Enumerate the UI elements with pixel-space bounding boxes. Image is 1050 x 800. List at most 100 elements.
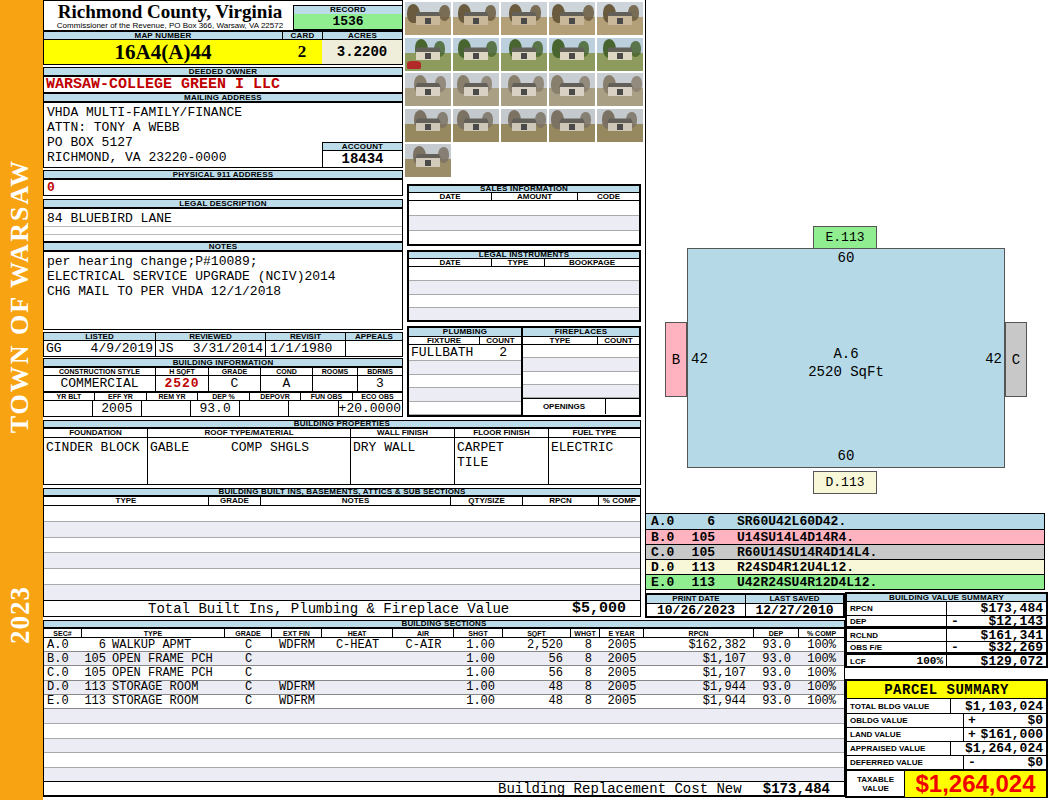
foundation-label: FOUNDATION <box>44 429 148 437</box>
section-cell: 8 <box>571 666 600 680</box>
sales-amount-label: AMOUNT <box>492 193 578 200</box>
photo-thumbnail[interactable] <box>549 73 595 106</box>
bi-qty-label: QTY/SIZE <box>451 497 523 505</box>
photo-thumbnail[interactable] <box>597 73 643 106</box>
photo-thumbnail[interactable] <box>597 2 643 35</box>
rooms-label: ROOMS <box>313 368 358 375</box>
plumbing-table: PLUMBING FIXTURE COUNT FULLBATH 2 <box>407 326 523 417</box>
note-line: ELECTRICAL SERVICE UPGRADE (NCIV)2014 <box>44 269 402 284</box>
photo-thumbnail[interactable] <box>501 73 547 106</box>
photo-thumbnail[interactable] <box>597 38 643 71</box>
visits-value-row: GG4/9/2019 JS3/31/2014 1/1/1980 <box>43 341 403 357</box>
effyr-value: 2005 <box>93 401 143 416</box>
photo-thumbnail[interactable] <box>405 144 451 177</box>
county-title: Richmond County, Virginia <box>44 2 296 22</box>
building-properties-values: CINDER BLOCK GABLECOMP SHGLS DRY WALL CA… <box>43 437 641 485</box>
photo-window <box>425 89 431 95</box>
legend-code: B.0 <box>651 531 691 544</box>
photo-window <box>473 18 479 24</box>
sales-info-headers: DATE AMOUNT CODE <box>407 193 641 201</box>
photo-thumbnail[interactable] <box>501 2 547 35</box>
photo-thumbnail[interactable] <box>501 109 547 142</box>
building-info-row1-headers: CONSTRUCTION STYLE H SQFT GRADE COND ROO… <box>43 367 403 375</box>
mailing-line: ATTN: TONY A WEBB <box>44 120 402 135</box>
section-cell: 2005 <box>600 638 644 652</box>
legal-description-label: LEGAL DESCRIPTION <box>43 199 403 208</box>
empty-row <box>523 358 639 371</box>
photo-thumbnail[interactable] <box>405 109 451 142</box>
photo-thumbnail[interactable] <box>453 73 499 106</box>
plumbing-row: FULLBATH 2 <box>409 345 521 361</box>
section-cell: 100% <box>799 666 844 680</box>
reviewed-date: 3/31/2014 <box>193 341 263 356</box>
photo-thumbnail[interactable] <box>597 109 643 142</box>
account-value: 18434 <box>322 151 403 168</box>
built-ins-total-label: Total Built Ins, Plumbing & Fireplace Va… <box>148 601 509 617</box>
appeals-value <box>346 341 402 356</box>
parcel-summary-row: DEFERRED VALUE-$0 <box>847 755 1046 769</box>
building-section-row: B.0105OPEN FRAME PCHC1.005682005$1,10793… <box>44 652 844 666</box>
sketch-section-e: E.113 <box>813 226 877 249</box>
section-cell: C.0 <box>44 666 82 680</box>
empty-row <box>409 201 639 216</box>
photo-tree <box>439 5 450 21</box>
physical-address-label: PHYSICAL 911 ADDRESS <box>43 170 403 179</box>
photo-thumbnail[interactable] <box>549 2 595 35</box>
photo-thumbnail[interactable] <box>501 38 547 71</box>
legend-row: C.0105R60U14SU14R4D14L4. <box>646 544 1044 559</box>
photo-thumbnail[interactable] <box>453 2 499 35</box>
listed-by: GG <box>46 341 62 356</box>
legend-vector: R60U14SU14R4D14L4. <box>737 546 877 559</box>
built-ins-label: BUILDING BUILT INS, BASEMENTS, ATTICS & … <box>43 488 641 496</box>
built-ins-total-row: Total Built Ins, Plumbing & Fireplace Va… <box>43 600 641 617</box>
legend-qty: 105 <box>691 531 715 544</box>
photo-window <box>425 53 431 59</box>
bi-notes-label: NOTES <box>261 497 451 505</box>
parcel-summary: PARCEL SUMMARY TOTAL BLDG VALUE$1,103,02… <box>845 679 1048 798</box>
section-cell: C <box>225 638 272 652</box>
empty-row <box>409 388 521 402</box>
section-cell: 2,520 <box>503 638 571 652</box>
photo-thumbnail[interactable] <box>405 73 451 106</box>
empty-row <box>409 375 521 389</box>
section-col-label: DEP <box>754 629 799 637</box>
fireplaces-label: FIREPLACES <box>523 328 639 337</box>
bi-type-label: TYPE <box>44 497 209 505</box>
floor-value: CARPETTILE <box>455 438 549 484</box>
photo-thumbnail[interactable] <box>405 38 451 71</box>
rooms-value <box>313 376 358 391</box>
hsqft-value: 2520 <box>156 376 209 391</box>
sketch-left-dim: 42 <box>691 351 708 367</box>
sketch-bottom-dim: 60 <box>796 448 896 464</box>
floor-label: FLOOR FINISH <box>455 429 549 437</box>
photo-thumbnail[interactable] <box>549 109 595 142</box>
bi-rpcn-label: RPCN <box>523 497 599 505</box>
legend-row: A.06SR60U42L60D42. <box>646 514 1044 529</box>
sidebar-year: 2023 <box>6 578 34 652</box>
photo-window <box>617 53 623 59</box>
photo-thumbnail[interactable] <box>453 109 499 142</box>
section-cell: 100% <box>799 680 844 694</box>
sketch-main-sqft: 2520 SqFt <box>796 364 896 380</box>
photo-thumbnail[interactable] <box>405 2 451 35</box>
photo-thumbnail[interactable] <box>549 38 595 71</box>
photo-thumbnail[interactable] <box>453 38 499 71</box>
account-label: ACCOUNT <box>322 142 403 151</box>
listed-label: LISTED <box>44 333 156 340</box>
empty-row <box>409 295 639 309</box>
note-line: per hearing change;P#10089; <box>44 252 402 269</box>
section-cell: A.0 <box>44 638 82 652</box>
replacement-cost-label: Building Replacement Cost New <box>498 781 742 797</box>
fireplaces-table: FIREPLACES TYPE COUNT OPENINGS <box>523 326 641 417</box>
section-col-label: SHGT <box>454 629 503 637</box>
parcel-summary-row: OBLDG VALUE+$0 <box>847 713 1046 727</box>
section-cell: 2005 <box>600 666 644 680</box>
photo-window <box>617 124 623 130</box>
effyr-label: EFF YR <box>95 393 147 400</box>
building-section-row: A.06WALKUP APMTCWDFRMC-HEATC-AIR1.002,52… <box>44 638 844 652</box>
photo-window <box>569 124 575 130</box>
record-value: 1536 <box>293 14 403 30</box>
empty-row <box>409 216 639 231</box>
parcel-summary-row: LAND VALUE+$161,000 <box>847 727 1046 741</box>
funobs-value <box>289 401 339 416</box>
